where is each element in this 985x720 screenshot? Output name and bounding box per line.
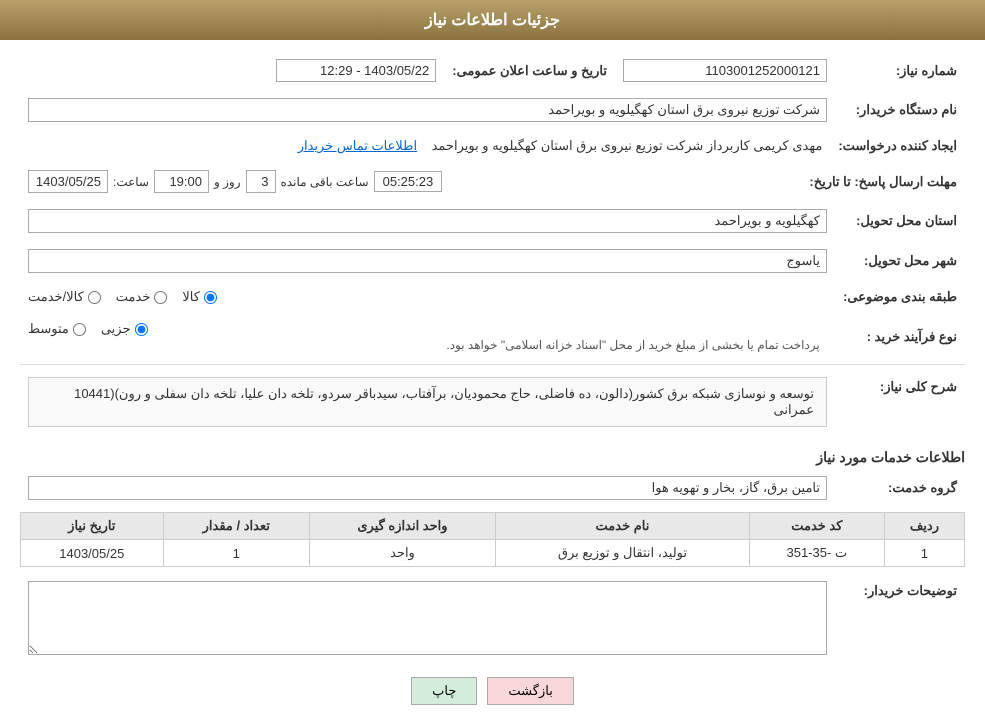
deadline-time: 19:00 xyxy=(154,170,209,193)
delivery-province-value: کهگیلویه و بویراحمد xyxy=(28,209,827,233)
delivery-province-label: استان محل تحویل: xyxy=(835,205,965,237)
col-quantity: تعداد / مقدار xyxy=(163,513,309,540)
purchase-type-label: نوع فرآیند خرید : xyxy=(835,317,965,356)
cell-unit: واحد xyxy=(309,540,495,567)
deadline-date: 1403/05/25 xyxy=(28,170,108,193)
cell-service-name: تولید، انتقال و توزیع برق xyxy=(496,540,750,567)
radio-khadamat[interactable]: خدمت xyxy=(116,289,168,305)
countdown-value: 05:25:23 xyxy=(374,171,443,192)
contact-link[interactable]: اطلاعات تماس خریدار xyxy=(298,138,417,153)
services-table: ردیف کد خدمت نام خدمت واحد اندازه گیری ت… xyxy=(20,512,965,567)
deadline-time-label: ساعت: xyxy=(113,175,149,189)
col-service-code: کد خدمت xyxy=(749,513,884,540)
need-number-label: شماره نیاز: xyxy=(835,55,965,86)
cell-quantity: 1 xyxy=(163,540,309,567)
service-group-value: تامین برق، گاز، بخار و تهویه هوا xyxy=(28,476,827,500)
col-unit: واحد اندازه گیری xyxy=(309,513,495,540)
col-service-name: نام خدمت xyxy=(496,513,750,540)
print-button[interactable]: چاپ xyxy=(411,677,477,705)
deadline-day-label: روز و xyxy=(214,175,241,189)
radio-jozvi[interactable]: جزیی xyxy=(101,321,148,337)
delivery-city-label: شهر محل تحویل: xyxy=(835,245,965,277)
services-title: اطلاعات خدمات مورد نیاز xyxy=(20,449,965,466)
buyer-org-value: شرکت توزیع نیروی برق استان کهگیلویه و بو… xyxy=(28,98,827,122)
announce-date-label: تاریخ و ساعت اعلان عمومی: xyxy=(444,55,615,86)
back-button[interactable]: بازگشت xyxy=(487,677,573,705)
service-group-label: گروه خدمت: xyxy=(835,472,965,504)
buyer-desc-label: توضیحات خریدار: xyxy=(835,577,965,662)
creator-label: ایجاد کننده درخواست: xyxy=(830,134,965,158)
radio-mottaset[interactable]: متوسط xyxy=(28,321,86,337)
cell-row-num: 1 xyxy=(884,540,964,567)
need-number-value: 1103001252000121 xyxy=(623,59,827,82)
table-row: 1 ت -35-351 تولید، انتقال و توزیع برق وا… xyxy=(21,540,965,567)
announce-date-value: 1403/05/22 - 12:29 xyxy=(276,59,436,82)
purchase-note: پرداخت تمام یا بخشی از مبلغ خرید از محل … xyxy=(446,338,819,352)
narration-value: توسعه و نوسازی شبکه برق کشور(دالون، ده ف… xyxy=(28,377,827,427)
col-row-num: ردیف xyxy=(884,513,964,540)
buyer-desc-textarea[interactable] xyxy=(28,581,827,655)
action-buttons: چاپ بازگشت xyxy=(20,677,965,705)
cell-service-code: ت -35-351 xyxy=(749,540,884,567)
creator-value: مهدی کریمی کاربرداز شرکت توزیع نیروی برق… xyxy=(432,138,823,153)
col-need-date: تاریخ نیاز xyxy=(21,513,164,540)
radio-kala-khadamat[interactable]: کالا/خدمت xyxy=(28,289,101,305)
radio-kala[interactable]: کالا xyxy=(182,289,217,305)
narration-label: شرح کلی نیاز: xyxy=(835,373,965,439)
delivery-city-value: یاسوج xyxy=(28,249,827,273)
page-title: جزئیات اطلاعات نیاز xyxy=(0,0,985,40)
deadline-day: 3 xyxy=(246,170,276,193)
buyer-org-label: نام دستگاه خریدار: xyxy=(835,94,965,126)
countdown-label: ساعت باقی مانده xyxy=(281,175,369,189)
deadline-label: مهلت ارسال پاسخ: تا تاریخ: xyxy=(801,166,965,197)
category-label: طبقه بندی موضوعی: xyxy=(835,285,965,309)
cell-need-date: 1403/05/25 xyxy=(21,540,164,567)
